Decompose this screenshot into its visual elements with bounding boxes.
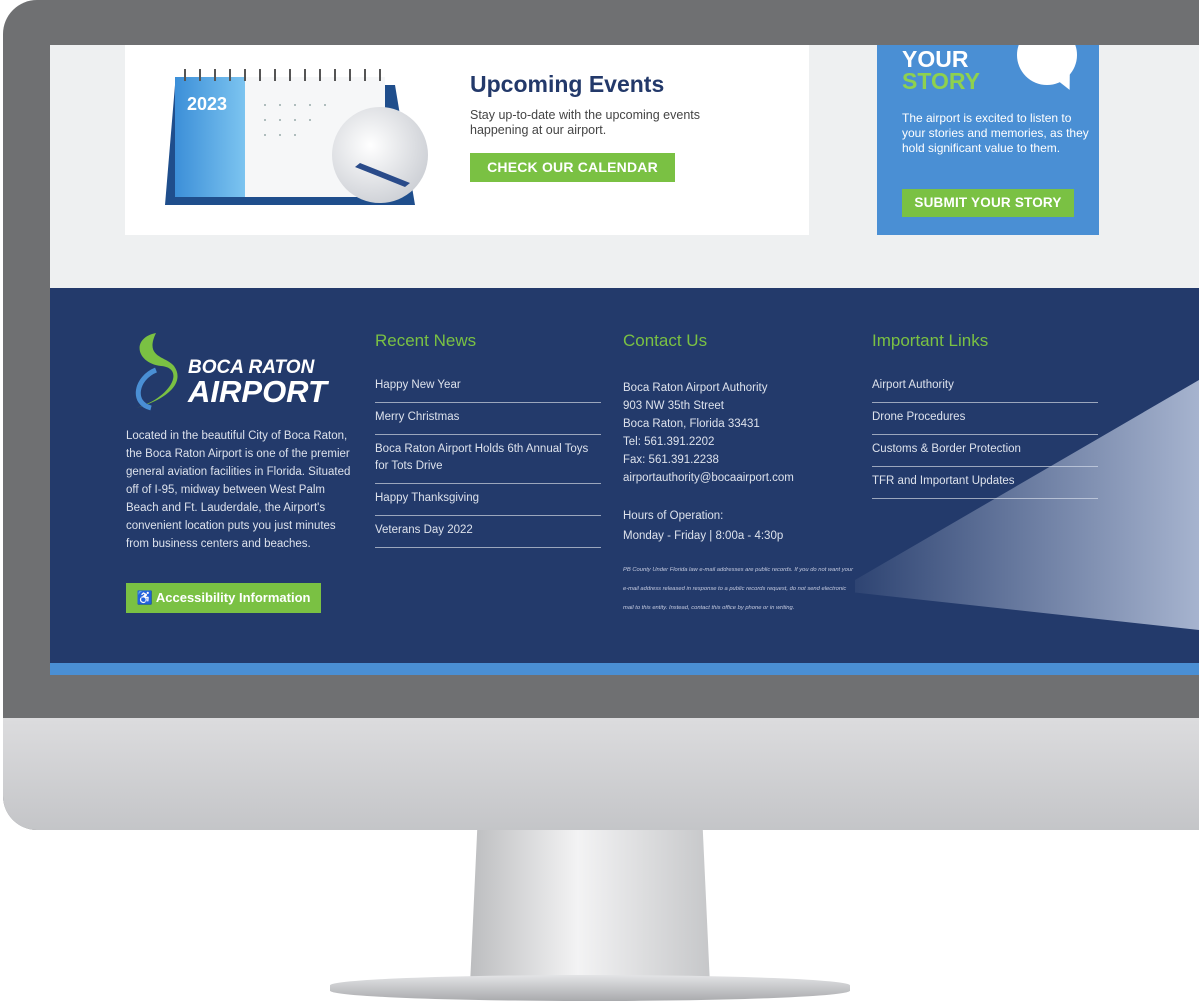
contact-email-link[interactable]: airportauthority@bocaairport.com [623, 469, 863, 487]
upcoming-events-card: 2023 Upcoming Events Stay up-to-date wit… [125, 45, 809, 235]
contact-org: Boca Raton Airport Authority [623, 382, 768, 394]
boca-raton-airport-logo[interactable]: BOCA RATON AIRPORT [126, 328, 336, 413]
events-description: Stay up-to-date with the upcoming events… [470, 108, 700, 137]
your-story-card: YOUR STORY The airport is excited to lis… [877, 45, 1099, 235]
contact-us-heading: Contact Us [623, 331, 708, 350]
wheelchair-icon: ♿ [136, 590, 153, 605]
submit-story-button[interactable]: SUBMIT YOUR STORY [902, 189, 1074, 217]
check-calendar-button[interactable]: CHECK OUR CALENDAR [470, 153, 675, 182]
about-text: Located in the beautiful City of Boca Ra… [126, 430, 351, 550]
important-links-heading: Important Links [872, 331, 989, 350]
contact-details: Boca Raton Airport Authority 903 NW 35th… [623, 379, 863, 487]
contact-phone[interactable]: Tel: 561.391.2202 [623, 433, 863, 451]
logo-swoosh-icon: BOCA RATON AIRPORT [135, 333, 330, 411]
recent-news-list: Happy New Year Merry Christmas Boca Rato… [375, 371, 601, 548]
footer-accent-bar [50, 663, 1199, 675]
accessibility-button-label: Accessibility Information [155, 590, 311, 605]
hours-value: Monday - Friday | 8:00a - 4:30p [623, 530, 784, 542]
accessibility-button[interactable]: ♿ Accessibility Information [126, 583, 321, 613]
monitor-base [330, 975, 850, 1001]
story-title-line1: YOUR [902, 46, 969, 72]
contact-city: Boca Raton, Florida 33431 [623, 418, 760, 430]
news-item[interactable]: Happy New Year [375, 371, 601, 403]
logo-text-line2: AIRPORT [187, 374, 330, 409]
speech-bubble-tail [1054, 72, 1076, 94]
news-item[interactable]: Boca Raton Airport Holds 6th Annual Toys… [375, 435, 601, 484]
hours-label: Hours of Operation: [623, 510, 724, 522]
story-title-line2: STORY [902, 68, 980, 94]
calendar-illustration: 2023 [165, 69, 428, 205]
news-item[interactable]: Veterans Day 2022 [375, 516, 601, 548]
important-link[interactable]: Drone Procedures [872, 403, 1098, 435]
story-description: The airport is excited to listen to your… [902, 111, 1089, 155]
public-records-disclaimer: PB County Under Florida law e-mail addre… [623, 567, 854, 611]
contact-street: 903 NW 35th Street [623, 400, 724, 412]
contact-fax: Fax: 561.391.2238 [623, 454, 719, 466]
recent-news-heading: Recent News [375, 331, 477, 350]
monitor-stand [470, 830, 710, 985]
monitor-chin [3, 718, 1199, 830]
news-item[interactable]: Happy Thanksgiving [375, 484, 601, 516]
events-title: Upcoming Events [470, 71, 665, 97]
important-link[interactable]: Airport Authority [872, 371, 1098, 403]
news-item[interactable]: Merry Christmas [375, 403, 601, 435]
calendar-year: 2023 [187, 94, 227, 114]
